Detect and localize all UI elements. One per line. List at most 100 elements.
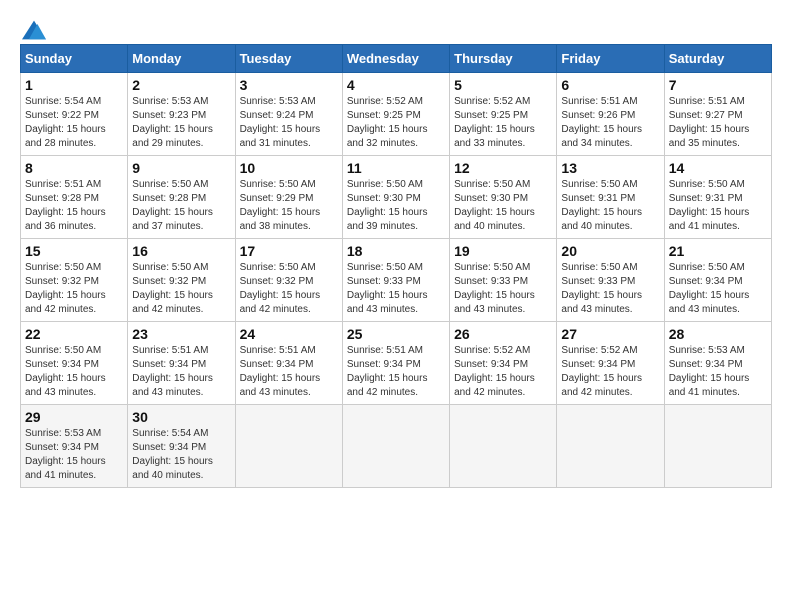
calendar-cell: 19 Sunrise: 5:50 AM Sunset: 9:33 PM Dayl… (450, 239, 557, 322)
day-number: 8 (25, 160, 123, 176)
calendar-cell (664, 405, 771, 488)
day-number: 27 (561, 326, 659, 342)
calendar-cell (450, 405, 557, 488)
day-number: 5 (454, 77, 552, 93)
day-info: Sunrise: 5:52 AM Sunset: 9:25 PM Dayligh… (454, 95, 552, 151)
day-info: Sunrise: 5:52 AM Sunset: 9:25 PM Dayligh… (347, 95, 445, 151)
day-info: Sunrise: 5:54 AM Sunset: 9:34 PM Dayligh… (132, 427, 230, 483)
header-monday: Monday (128, 45, 235, 73)
calendar-cell: 16 Sunrise: 5:50 AM Sunset: 9:32 PM Dayl… (128, 239, 235, 322)
calendar-row: 1 Sunrise: 5:54 AM Sunset: 9:22 PM Dayli… (21, 73, 772, 156)
day-number: 28 (669, 326, 767, 342)
day-info: Sunrise: 5:52 AM Sunset: 9:34 PM Dayligh… (454, 344, 552, 400)
day-number: 16 (132, 243, 230, 259)
day-number: 4 (347, 77, 445, 93)
calendar-cell (235, 405, 342, 488)
calendar-cell: 12 Sunrise: 5:50 AM Sunset: 9:30 PM Dayl… (450, 156, 557, 239)
day-number: 14 (669, 160, 767, 176)
day-info: Sunrise: 5:50 AM Sunset: 9:28 PM Dayligh… (132, 178, 230, 234)
day-number: 2 (132, 77, 230, 93)
day-info: Sunrise: 5:50 AM Sunset: 9:30 PM Dayligh… (347, 178, 445, 234)
day-info: Sunrise: 5:53 AM Sunset: 9:34 PM Dayligh… (25, 427, 123, 483)
day-number: 15 (25, 243, 123, 259)
header-tuesday: Tuesday (235, 45, 342, 73)
day-info: Sunrise: 5:53 AM Sunset: 9:24 PM Dayligh… (240, 95, 338, 151)
header-thursday: Thursday (450, 45, 557, 73)
day-info: Sunrise: 5:53 AM Sunset: 9:23 PM Dayligh… (132, 95, 230, 151)
day-info: Sunrise: 5:51 AM Sunset: 9:26 PM Dayligh… (561, 95, 659, 151)
header-friday: Friday (557, 45, 664, 73)
day-info: Sunrise: 5:53 AM Sunset: 9:34 PM Dayligh… (669, 344, 767, 400)
calendar-cell: 25 Sunrise: 5:51 AM Sunset: 9:34 PM Dayl… (342, 322, 449, 405)
header-sunday: Sunday (21, 45, 128, 73)
calendar-cell: 14 Sunrise: 5:50 AM Sunset: 9:31 PM Dayl… (664, 156, 771, 239)
day-info: Sunrise: 5:50 AM Sunset: 9:31 PM Dayligh… (561, 178, 659, 234)
weekday-header-row: Sunday Monday Tuesday Wednesday Thursday… (21, 45, 772, 73)
day-info: Sunrise: 5:50 AM Sunset: 9:34 PM Dayligh… (669, 261, 767, 317)
calendar-cell: 22 Sunrise: 5:50 AM Sunset: 9:34 PM Dayl… (21, 322, 128, 405)
calendar-cell: 6 Sunrise: 5:51 AM Sunset: 9:26 PM Dayli… (557, 73, 664, 156)
calendar-cell: 21 Sunrise: 5:50 AM Sunset: 9:34 PM Dayl… (664, 239, 771, 322)
day-info: Sunrise: 5:50 AM Sunset: 9:31 PM Dayligh… (669, 178, 767, 234)
calendar-cell: 15 Sunrise: 5:50 AM Sunset: 9:32 PM Dayl… (21, 239, 128, 322)
calendar-cell (557, 405, 664, 488)
day-number: 30 (132, 409, 230, 425)
day-info: Sunrise: 5:54 AM Sunset: 9:22 PM Dayligh… (25, 95, 123, 151)
calendar-cell: 3 Sunrise: 5:53 AM Sunset: 9:24 PM Dayli… (235, 73, 342, 156)
day-info: Sunrise: 5:50 AM Sunset: 9:33 PM Dayligh… (347, 261, 445, 317)
day-number: 29 (25, 409, 123, 425)
calendar-row: 29 Sunrise: 5:53 AM Sunset: 9:34 PM Dayl… (21, 405, 772, 488)
day-info: Sunrise: 5:51 AM Sunset: 9:34 PM Dayligh… (240, 344, 338, 400)
day-info: Sunrise: 5:50 AM Sunset: 9:33 PM Dayligh… (454, 261, 552, 317)
day-number: 11 (347, 160, 445, 176)
day-number: 7 (669, 77, 767, 93)
logo-icon (22, 20, 46, 40)
day-info: Sunrise: 5:51 AM Sunset: 9:28 PM Dayligh… (25, 178, 123, 234)
calendar-cell: 23 Sunrise: 5:51 AM Sunset: 9:34 PM Dayl… (128, 322, 235, 405)
calendar-cell: 18 Sunrise: 5:50 AM Sunset: 9:33 PM Dayl… (342, 239, 449, 322)
day-number: 18 (347, 243, 445, 259)
calendar-cell: 10 Sunrise: 5:50 AM Sunset: 9:29 PM Dayl… (235, 156, 342, 239)
calendar-cell (342, 405, 449, 488)
calendar-cell: 1 Sunrise: 5:54 AM Sunset: 9:22 PM Dayli… (21, 73, 128, 156)
calendar-cell: 4 Sunrise: 5:52 AM Sunset: 9:25 PM Dayli… (342, 73, 449, 156)
calendar-row: 8 Sunrise: 5:51 AM Sunset: 9:28 PM Dayli… (21, 156, 772, 239)
header (20, 20, 772, 34)
calendar-cell: 17 Sunrise: 5:50 AM Sunset: 9:32 PM Dayl… (235, 239, 342, 322)
calendar-cell: 2 Sunrise: 5:53 AM Sunset: 9:23 PM Dayli… (128, 73, 235, 156)
day-number: 1 (25, 77, 123, 93)
calendar-cell: 9 Sunrise: 5:50 AM Sunset: 9:28 PM Dayli… (128, 156, 235, 239)
day-info: Sunrise: 5:52 AM Sunset: 9:34 PM Dayligh… (561, 344, 659, 400)
day-number: 10 (240, 160, 338, 176)
calendar-cell: 27 Sunrise: 5:52 AM Sunset: 9:34 PM Dayl… (557, 322, 664, 405)
calendar-cell: 5 Sunrise: 5:52 AM Sunset: 9:25 PM Dayli… (450, 73, 557, 156)
day-info: Sunrise: 5:51 AM Sunset: 9:34 PM Dayligh… (347, 344, 445, 400)
day-number: 21 (669, 243, 767, 259)
header-saturday: Saturday (664, 45, 771, 73)
calendar-cell: 7 Sunrise: 5:51 AM Sunset: 9:27 PM Dayli… (664, 73, 771, 156)
calendar-cell: 26 Sunrise: 5:52 AM Sunset: 9:34 PM Dayl… (450, 322, 557, 405)
day-number: 20 (561, 243, 659, 259)
day-number: 24 (240, 326, 338, 342)
calendar-table: Sunday Monday Tuesday Wednesday Thursday… (20, 44, 772, 488)
day-number: 17 (240, 243, 338, 259)
day-info: Sunrise: 5:50 AM Sunset: 9:32 PM Dayligh… (240, 261, 338, 317)
header-wednesday: Wednesday (342, 45, 449, 73)
calendar-cell: 24 Sunrise: 5:51 AM Sunset: 9:34 PM Dayl… (235, 322, 342, 405)
day-info: Sunrise: 5:50 AM Sunset: 9:30 PM Dayligh… (454, 178, 552, 234)
calendar-cell: 20 Sunrise: 5:50 AM Sunset: 9:33 PM Dayl… (557, 239, 664, 322)
day-info: Sunrise: 5:51 AM Sunset: 9:34 PM Dayligh… (132, 344, 230, 400)
day-number: 6 (561, 77, 659, 93)
day-number: 26 (454, 326, 552, 342)
day-info: Sunrise: 5:50 AM Sunset: 9:29 PM Dayligh… (240, 178, 338, 234)
day-info: Sunrise: 5:50 AM Sunset: 9:32 PM Dayligh… (25, 261, 123, 317)
day-info: Sunrise: 5:50 AM Sunset: 9:33 PM Dayligh… (561, 261, 659, 317)
day-number: 9 (132, 160, 230, 176)
day-info: Sunrise: 5:51 AM Sunset: 9:27 PM Dayligh… (669, 95, 767, 151)
calendar-row: 22 Sunrise: 5:50 AM Sunset: 9:34 PM Dayl… (21, 322, 772, 405)
calendar-cell: 8 Sunrise: 5:51 AM Sunset: 9:28 PM Dayli… (21, 156, 128, 239)
logo (20, 20, 46, 34)
day-number: 19 (454, 243, 552, 259)
day-number: 25 (347, 326, 445, 342)
day-info: Sunrise: 5:50 AM Sunset: 9:32 PM Dayligh… (132, 261, 230, 317)
